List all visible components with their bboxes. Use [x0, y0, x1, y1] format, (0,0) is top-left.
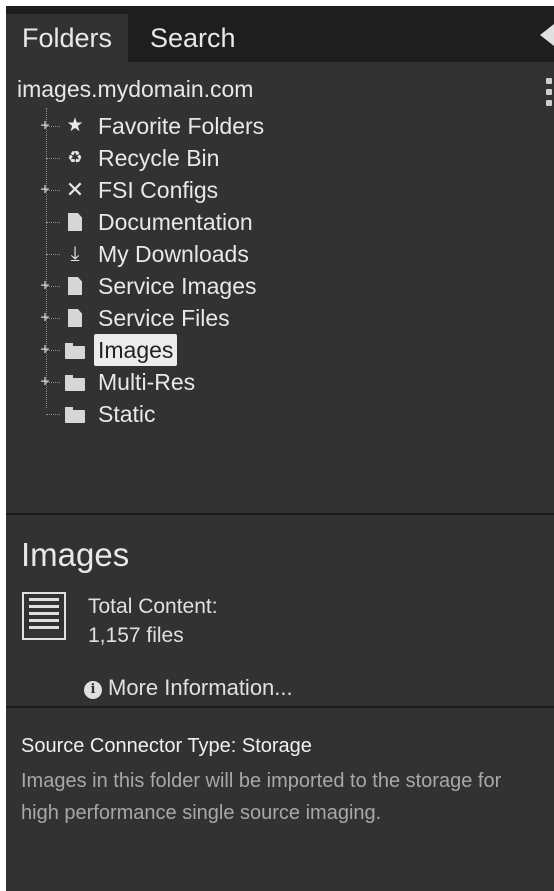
divider	[6, 513, 554, 515]
expand-icon[interactable]: +	[38, 310, 52, 325]
tree-item-images[interactable]: + Images	[38, 334, 478, 366]
image-file-icon	[64, 270, 86, 302]
tab-bar: Folders Search	[6, 6, 554, 62]
tree-item-label: Recycle Bin	[98, 145, 220, 171]
expand-icon[interactable]: +	[38, 374, 52, 389]
expand-icon[interactable]: +	[38, 342, 52, 357]
expand-icon[interactable]: +	[38, 278, 52, 293]
expand-icon[interactable]: +	[38, 118, 52, 133]
service-file-icon	[64, 302, 86, 334]
tree-item-label: FSI Configs	[98, 177, 219, 203]
info-icon: i	[84, 681, 102, 699]
tree-item-my-downloads[interactable]: ⤓ My Downloads	[38, 238, 478, 270]
expand-icon[interactable]: +	[38, 182, 52, 197]
tree-connector	[46, 222, 60, 223]
source-connector-type: Source Connector Type: Storage	[21, 735, 312, 757]
star-icon: ★	[66, 115, 84, 136]
tab-folders[interactable]: Folders	[6, 14, 128, 62]
total-content-value: 1,157 files	[88, 624, 184, 647]
tree-item-label: Service Images	[98, 273, 257, 299]
tree-item-label: My Downloads	[98, 241, 249, 267]
more-information-link[interactable]: i More Information...	[84, 675, 293, 701]
folder-icon	[64, 366, 86, 398]
tree-connector	[46, 254, 60, 255]
tree-item-fsi-configs[interactable]: + ✕ FSI Configs	[38, 174, 478, 206]
collapse-panel-icon[interactable]	[540, 24, 554, 46]
tree-item-label: Multi-Res	[98, 369, 196, 395]
divider	[6, 706, 554, 708]
tab-search[interactable]: Search	[150, 14, 236, 62]
tree-item-service-files[interactable]: + Service Files	[38, 302, 478, 334]
tree-item-label: Static	[98, 401, 156, 427]
folder-icon	[64, 398, 86, 430]
tree-item-recycle-bin[interactable]: ♻ Recycle Bin	[38, 142, 478, 174]
document-icon	[64, 206, 86, 238]
tree-item-label: Documentation	[98, 209, 253, 235]
total-content-label: Total Content:	[88, 595, 218, 618]
tree-item-service-images[interactable]: + Service Images	[38, 270, 478, 302]
tools-icon: ✕	[65, 177, 85, 202]
tree-item-static[interactable]: Static	[38, 398, 478, 430]
source-connector-description: Images in this folder will be imported t…	[21, 770, 502, 824]
tree-item-favorite-folders[interactable]: + ★ Favorite Folders	[38, 110, 478, 142]
tree-item-label: Favorite Folders	[98, 113, 265, 139]
kebab-menu-icon[interactable]	[546, 78, 552, 111]
tree-item-multi-res[interactable]: + Multi-Res	[38, 366, 478, 398]
tree-item-label-selected: Images	[94, 334, 178, 366]
tree-item-label: Service Files	[98, 305, 230, 331]
file-list-icon	[22, 592, 66, 640]
recycle-icon: ♻	[67, 148, 83, 167]
folder-icon	[64, 334, 86, 366]
tree-item-documentation[interactable]: Documentation	[38, 206, 478, 238]
download-icon: ⤓	[70, 243, 80, 265]
more-information-label: More Information...	[108, 675, 293, 700]
folder-info-title: Images	[21, 536, 130, 573]
folder-panel: Folders Search images.mydomain.com + ★ F…	[6, 6, 554, 891]
tree-connector	[46, 414, 60, 415]
tree-root[interactable]: images.mydomain.com	[17, 76, 253, 103]
tree-connector	[46, 158, 60, 159]
